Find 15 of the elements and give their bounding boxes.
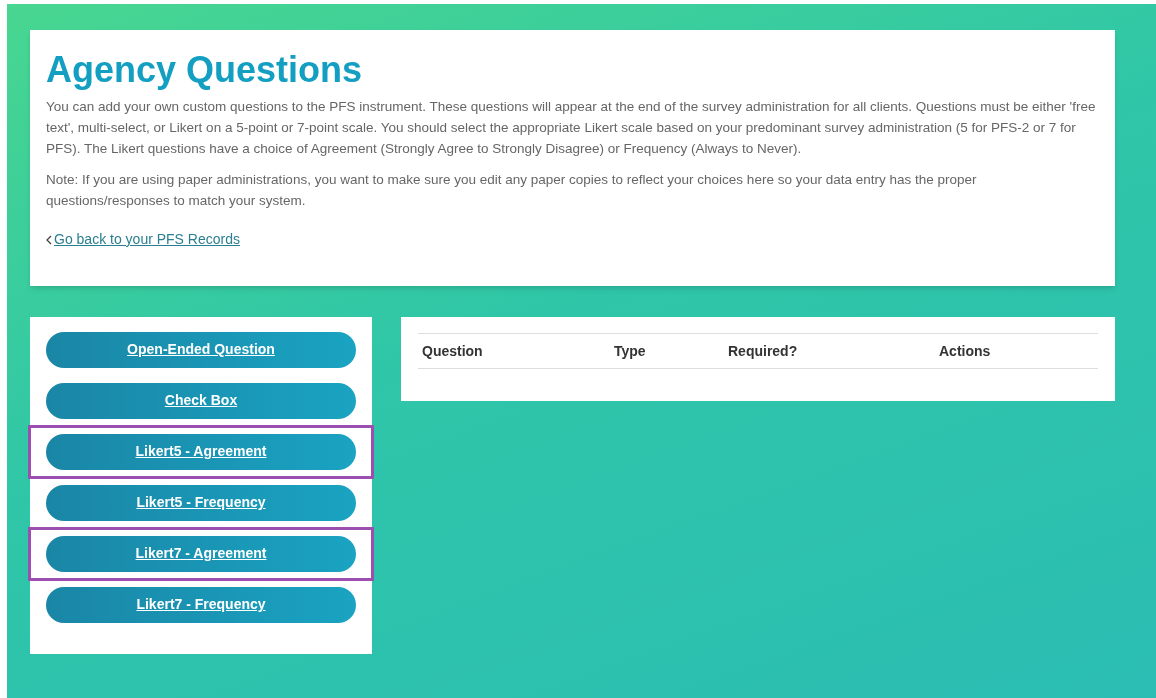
description-text: Note: If you are using paper administrations, you want to make sure you edit any paper copies to reflect your choices here so your data entry has the proper questions/responses to match your system. [46,171,978,210]
back-link[interactable]: Go back to your PFS Records [46,229,240,250]
question-type-button[interactable]: Check Box [46,382,356,419]
column-header: Required? [728,342,798,359]
question-type-button[interactable]: Likert5 - Frequency [46,484,356,521]
question-type-button[interactable]: Likert7 - Agreement [46,535,356,572]
question-type-button[interactable]: Open-Ended Question [46,331,356,368]
column-header: Type [614,342,646,359]
page-title: Agency Questions [46,48,364,92]
column-header: Actions [939,342,991,359]
question-type-button[interactable]: Likert5 - Agreement [46,433,356,470]
column-header: Question [422,342,483,359]
description-text: You can add your own custom questions to the PFS instrument. These questions will appear at the end of the survey administration for all clients. Questions must be either 'free text', multi-select, or Likert on a 5-point or 7-point scale. You should select the appropriate Likert scale based on your predominant survey administration (5 for PFS-2 or 7 for PFS). The Likert questions have a choice of Agreement (Strongly Agree to Strongly Disagree) or Frequency (Always to Never). [46,98,1096,158]
question-type-button[interactable]: Likert7 - Frequency [46,586,356,623]
chevron-left-icon [46,234,52,245]
